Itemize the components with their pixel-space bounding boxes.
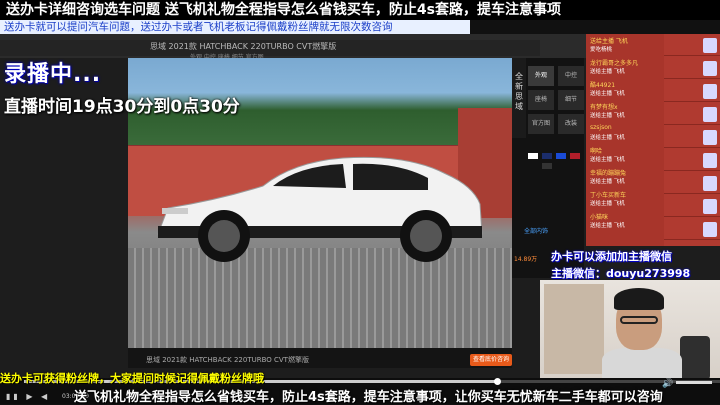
gift-sender: 酷44921 <box>590 82 616 89</box>
plane-gift-icon <box>703 222 717 237</box>
gift-desc: 爱吃杨桃 <box>590 47 613 53</box>
plane-gift-icon <box>703 130 717 145</box>
price-value: 14.89万 <box>514 256 538 263</box>
color-swatch-navy[interactable] <box>542 153 552 159</box>
promo-line-2: 主播微信：douyu273998 <box>551 267 691 280</box>
live-label: 录播中... <box>4 62 102 87</box>
streamer-shirt <box>602 348 682 380</box>
gift-avatar-item <box>664 197 720 217</box>
gift-desc: 送给主播 飞机 <box>590 157 625 163</box>
gift-avatar-item <box>664 105 720 125</box>
car-caption: 思域 2021款 HATCHBACK 220TURBO CVT燃擎版 <box>146 356 309 364</box>
gift-avatar-item <box>664 220 720 240</box>
color-swatch-dark[interactable] <box>542 163 552 169</box>
plane-gift-icon <box>703 199 717 214</box>
promo-line-1: 办卡可以添加加主播微信 <box>551 250 672 263</box>
volume-slider[interactable] <box>676 381 712 384</box>
color-swatch-blue[interactable] <box>556 153 566 159</box>
gift-avatar-item <box>664 59 720 79</box>
plane-gift-icon <box>703 84 717 99</box>
gift-avatar-item <box>664 151 720 171</box>
gift-sender: 送给主播 飞机 <box>590 38 628 45</box>
category-details[interactable]: 细节 <box>558 90 584 110</box>
gift-desc: 送给主播 飞机 <box>590 69 625 75</box>
top-banner: 送办卡详细咨询选车问题 送飞机礼物全程指导怎么省钱买车，防止4s套路，提车注意事… <box>0 0 720 20</box>
background-shelf <box>544 284 604 374</box>
gift-row: 酷44921 送给主播 飞机 <box>588 80 664 99</box>
gift-avatar-item <box>664 174 720 194</box>
plane-gift-icon <box>703 153 717 168</box>
gift-row: 小猫咪送给主播 飞机 <box>588 212 664 231</box>
gift-sender: 小猫咪 <box>590 214 609 221</box>
side-tab[interactable]: 全新思域 <box>512 58 526 138</box>
gift-desc: 送给主播 飞机 <box>590 135 625 141</box>
gift-sender: 幸福的蹦蹦兔 <box>590 170 627 177</box>
gift-desc: 送给主播 飞机 <box>590 91 625 97</box>
gift-row: szsjson 送给主播 飞机 <box>588 124 664 143</box>
playback-controls-icon[interactable]: ▮▮ ▶ ◀ <box>6 392 50 401</box>
gift-desc: 送给主播 飞机 <box>590 201 625 207</box>
category-console[interactable]: 中控 <box>558 66 584 86</box>
gift-avatar-item <box>664 82 720 102</box>
category-modified[interactable]: 改装 <box>558 114 584 134</box>
gift-row: 有梦有想x 送给主播 飞机 <box>588 102 664 121</box>
gift-desc: 送给主播 飞机 <box>590 179 625 185</box>
gift-sender: 啊哈 <box>590 148 603 155</box>
gift-desc: 送给主播 飞机 <box>590 113 625 119</box>
gift-row: 幸福的蹦蹦兔 送给主播 飞机 <box>588 168 664 187</box>
sub-banner: 送办卡就可以提问汽车问题，送过办卡或者飞机老板记得佩戴粉丝牌就无限次数咨询 <box>0 20 470 34</box>
plane-gift-icon <box>703 176 717 191</box>
gift-sender: 有梦有想x <box>590 104 618 111</box>
gift-sender: 丁小车买新车 <box>590 192 627 199</box>
gift-row: 送给主播 飞机 爱吃杨桃 <box>588 36 664 55</box>
gift-avatar-item <box>664 36 720 56</box>
glasses <box>620 316 658 324</box>
gift-row: 丁小车买新车 送给主播 飞机 <box>588 190 664 209</box>
color-swatch-red[interactable] <box>570 153 580 159</box>
gift-sender: szsjson <box>590 124 612 131</box>
category-seats[interactable]: 座椅 <box>528 90 554 110</box>
plane-gift-icon <box>703 61 717 76</box>
chair <box>680 336 710 380</box>
category-official[interactable]: 官方图 <box>528 114 554 134</box>
gift-sender: 龙行霸哥之多多凡 <box>590 60 639 67</box>
site-title: 思域 2021款 HATCHBACK 220TURBO CVT燃擎版 <box>150 42 337 51</box>
bottom-marquee: 送飞机礼物全程指导怎么省钱买车，防止4s套路，提车注意事项，让你买车无忧新车二手… <box>74 390 663 405</box>
category-exterior[interactable]: 外观 <box>528 66 554 86</box>
price-label[interactable]: 全部内饰 <box>524 226 548 235</box>
streamer-hair <box>614 288 664 310</box>
color-swatch-white[interactable] <box>528 153 538 159</box>
progress-thumb[interactable] <box>494 378 501 385</box>
gift-row: 啊哈 送给主播 飞机 <box>588 146 664 165</box>
bottom-banner: 送办卡可获得粉丝牌，大家提问时候记得佩戴粉丝牌哦 <box>0 372 264 384</box>
streamer-webcam <box>540 280 720 380</box>
gift-desc: 送给主播 飞机 <box>590 223 625 229</box>
plane-gift-icon <box>703 38 717 53</box>
gift-avatar-item <box>664 128 720 148</box>
plane-gift-icon <box>703 107 717 122</box>
quote-button[interactable]: 查看底价咨询 <box>470 354 512 366</box>
live-time: 直播时间19点30分到0点30分 <box>4 97 240 117</box>
gift-row: 龙行霸哥之多多凡 送给主播 飞机 <box>588 58 664 77</box>
gift-avatar-column <box>664 34 720 246</box>
